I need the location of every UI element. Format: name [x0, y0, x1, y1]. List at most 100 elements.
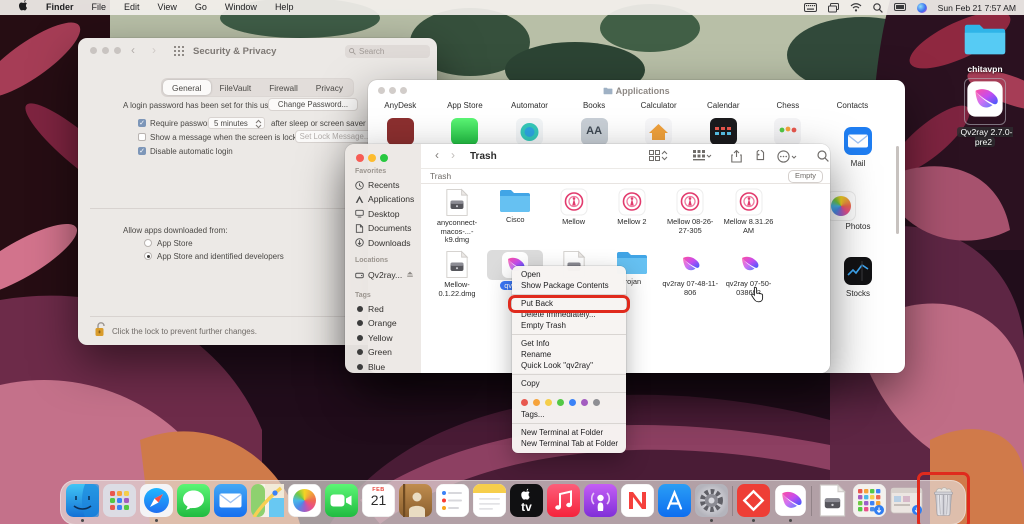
app-label-books[interactable]: Books — [562, 101, 627, 110]
close-button[interactable] — [90, 47, 97, 54]
sidebar-item-qv2ray[interactable]: Qv2ray... — [355, 270, 414, 280]
menu-file[interactable]: File — [83, 0, 116, 15]
dock-minimized-window[interactable] — [890, 484, 923, 517]
app-icon-photos[interactable]: Photos — [826, 191, 890, 231]
sidebar-item-recents[interactable]: Recents — [355, 180, 400, 190]
allow-option-radio[interactable] — [144, 252, 152, 260]
sidebar-item-downloads[interactable]: Downloads — [355, 238, 411, 248]
sidebar-tag-blue[interactable]: Blue — [355, 362, 385, 372]
disable-auto-login-checkbox[interactable]: ✓ — [138, 147, 146, 155]
dock-contacts[interactable] — [399, 484, 432, 517]
menu-item-copy[interactable]: Copy — [512, 378, 626, 389]
app-icon-find-my[interactable] — [497, 118, 562, 145]
show-all-icon[interactable] — [174, 46, 184, 58]
sidebar-item-applications[interactable]: Applications — [355, 194, 414, 204]
dock-photos[interactable] — [288, 484, 321, 517]
empty-trash-button[interactable]: Empty — [788, 170, 823, 183]
tab-firewall[interactable]: Firewall — [260, 80, 307, 95]
app-label-calculator[interactable]: Calculator — [626, 101, 691, 110]
menu-item-new-terminal-at-folder[interactable]: New Terminal at Folder — [512, 427, 626, 438]
app-label-chess[interactable]: Chess — [756, 101, 821, 110]
dock-downloads-folder[interactable] — [853, 484, 886, 517]
zoom-button[interactable] — [114, 47, 121, 54]
app-icon-chess-pieces[interactable] — [756, 118, 821, 145]
file-cisco[interactable]: Cisco — [487, 188, 543, 225]
dock-news[interactable] — [621, 484, 654, 517]
more-actions-icon[interactable] — [777, 150, 797, 163]
dock-qv2ray[interactable] — [774, 484, 807, 517]
app-label-anydesk[interactable]: AnyDesk — [368, 101, 433, 110]
menu-window[interactable]: Window — [216, 0, 266, 15]
dock-anydesk[interactable] — [737, 484, 770, 517]
share-icon[interactable] — [731, 150, 742, 163]
file-mellow-0-1-22-dmg[interactable]: Mellow-0.1.22.dmg — [429, 250, 485, 298]
back-button[interactable]: ‹ — [131, 43, 135, 57]
tag-color-dot[interactable] — [593, 399, 600, 406]
wifi-icon[interactable] — [850, 3, 862, 12]
file-mellow-08-26-27-305[interactable]: Mellow 08-26-27-305 — [662, 188, 718, 235]
file-mellow-2[interactable]: Mellow 2 — [604, 188, 660, 227]
app-icon-home[interactable] — [626, 118, 691, 145]
app-icon-stocks[interactable]: Stocks — [826, 256, 890, 298]
sidebar-tag-green[interactable]: Green — [355, 347, 392, 357]
app-label-contacts[interactable]: Contacts — [820, 101, 885, 110]
file-qv2ray-07-48-11-806[interactable]: qv2ray 07-48-11-806 — [662, 250, 718, 297]
app-label-app-store[interactable]: App Store — [433, 101, 498, 110]
tag-color-dot[interactable] — [557, 399, 564, 406]
group-by-control[interactable] — [693, 150, 712, 161]
dock-launchpad[interactable] — [103, 484, 136, 517]
menu-help[interactable]: Help — [266, 0, 303, 15]
minimize-button[interactable] — [102, 47, 109, 54]
search-input[interactable]: Search — [345, 45, 430, 58]
dock-dmg-file[interactable] — [816, 484, 849, 517]
app-icon-tv[interactable] — [691, 118, 756, 145]
menu-go[interactable]: Go — [186, 0, 216, 15]
dock-music[interactable] — [547, 484, 580, 517]
menu-item-get-info[interactable]: Get Info — [512, 338, 626, 349]
menu-item-quick-look-qv2ray-[interactable]: Quick Look "qv2ray" — [512, 360, 626, 371]
desktop-icon-chitavpn[interactable]: chitavpn — [955, 22, 1015, 74]
file-qv2ray-07-50-038692[interactable]: qv2ray 07-50-038692 — [721, 250, 777, 297]
menu-finder[interactable]: Finder — [37, 0, 83, 15]
dock-trash[interactable] — [927, 484, 960, 517]
change-password-button[interactable]: Change Password... — [268, 98, 358, 111]
dock-appstore[interactable] — [658, 484, 691, 517]
apple-menu-icon[interactable] — [10, 0, 37, 16]
dock-finder[interactable] — [66, 484, 99, 517]
dock-messages[interactable] — [177, 484, 210, 517]
tag-color-dot[interactable] — [581, 399, 588, 406]
tag-color-dot[interactable] — [521, 399, 528, 406]
menu-item-put-back[interactable]: Put Back — [512, 298, 626, 309]
app-icon-font-book[interactable]: AA — [562, 118, 627, 145]
sidebar-tag-yellow[interactable]: Yellow — [355, 333, 393, 343]
menu-bar-clock[interactable]: Sun Feb 21 7:57 AM — [938, 3, 1016, 13]
keyboard-icon[interactable] — [804, 3, 817, 12]
dock-podcasts[interactable] — [584, 484, 617, 517]
sidebar-item-desktop[interactable]: Desktop — [355, 209, 400, 219]
windows-icon[interactable] — [828, 3, 839, 13]
sidebar-tag-orange[interactable]: Orange — [355, 318, 397, 328]
menu-item-new-terminal-tab-at-folder[interactable]: New Terminal Tab at Folder — [512, 438, 626, 449]
dock-tv[interactable]: tv — [510, 484, 543, 517]
menu-item-empty-trash[interactable]: Empty Trash — [512, 320, 626, 331]
back-button[interactable]: ‹ — [435, 148, 439, 162]
file-mellow[interactable]: Mellow — [546, 188, 602, 227]
menu-item-tags-[interactable]: Tags... — [512, 409, 626, 420]
tag-icon[interactable] — [754, 150, 766, 162]
dock-notes[interactable] — [473, 484, 506, 517]
require-password-checkbox[interactable]: ✓ — [138, 119, 146, 127]
search-icon[interactable] — [817, 150, 829, 162]
dock-safari[interactable] — [140, 484, 173, 517]
app-label-calendar[interactable]: Calendar — [691, 101, 756, 110]
tab-filevault[interactable]: FileVault — [211, 80, 261, 95]
dock-reminders[interactable] — [436, 484, 469, 517]
allow-option-radio[interactable] — [144, 239, 152, 247]
lock-icon[interactable] — [94, 322, 107, 339]
tab-privacy[interactable]: Privacy — [307, 80, 352, 95]
search-icon[interactable] — [873, 3, 883, 13]
zoom-button[interactable] — [380, 154, 388, 162]
tag-color-dot[interactable] — [569, 399, 576, 406]
scrollbar[interactable] — [896, 146, 899, 234]
minimize-button[interactable] — [368, 154, 376, 162]
dock-settings[interactable] — [695, 484, 728, 517]
